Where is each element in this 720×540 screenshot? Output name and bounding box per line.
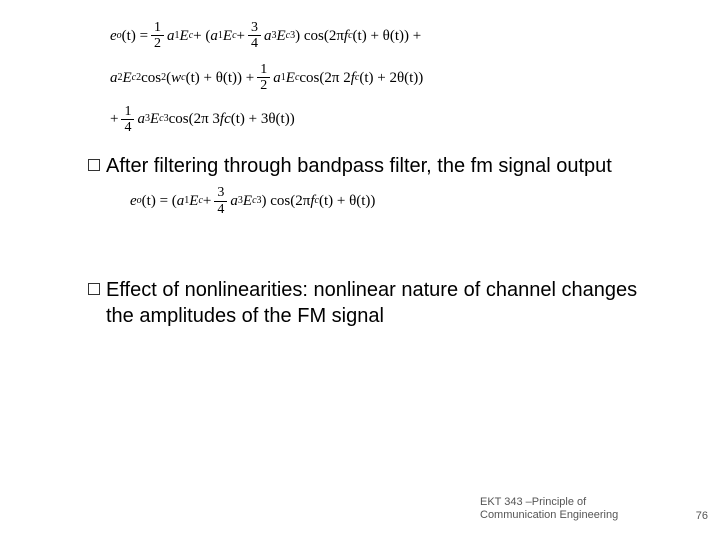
eq-symbol: e (130, 192, 137, 210)
eq-symbol: a (137, 110, 145, 128)
equation-line-3: + 14 a3 Ec3 cos(2π 3 fc (t) + 3θ(t)) (110, 104, 640, 136)
eq-symbol: E (150, 110, 159, 128)
eq-symbol: E (223, 27, 232, 45)
eq-text: (t) = (122, 27, 148, 45)
equation-line-2: a2 Ec2 cos2 ( wc (t) + θ(t)) + 12 a1 Ec … (110, 62, 640, 94)
bullet-text: After filtering through bandpass filter,… (106, 153, 612, 179)
fraction: 12 (151, 20, 164, 52)
eq-text: (t) + 2θ(t)) (359, 69, 423, 87)
bullet-item-2: Effect of nonlinearities: nonlinear natu… (88, 277, 640, 329)
eq-text: (t) = ( (142, 192, 177, 210)
eq-text: cos (141, 69, 161, 87)
eq-symbol: E (189, 192, 198, 210)
eq-text: (t) + 3θ(t)) (231, 110, 295, 128)
bullet-item-1: After filtering through bandpass filter,… (88, 153, 640, 179)
eq-text: + (203, 192, 211, 210)
bullet-icon (88, 283, 100, 295)
bullet-text: Effect of nonlinearities: nonlinear natu… (106, 277, 640, 329)
eq-symbol: w (171, 69, 181, 87)
eq-symbol: E (243, 192, 252, 210)
page-number: 76 (696, 510, 708, 522)
eq-symbol: E (123, 69, 132, 87)
eq-text: (t) + θ(t)) + (353, 27, 422, 45)
eq-symbol: E (180, 27, 189, 45)
eq-symbol: a (264, 27, 272, 45)
eq-symbol: a (210, 27, 218, 45)
eq-text: + (110, 110, 118, 128)
bullet-icon (88, 159, 100, 171)
eq-text: + (237, 27, 245, 45)
equation-line-1: eo (t) = 12 a1 Ec + ( a1 Ec + 34 a3 Ec3 … (110, 20, 640, 52)
eq-text: (t) + θ(t)) + (186, 69, 255, 87)
fraction: 34 (214, 185, 227, 217)
eq-symbol: a (167, 27, 175, 45)
eq-symbol: a (177, 192, 185, 210)
eq-symbol: E (276, 27, 285, 45)
eq-symbol: E (286, 69, 295, 87)
eq-text: + ( (193, 27, 210, 45)
eq-text: (t) + θ(t)) (319, 192, 375, 210)
eq-symbol: a (273, 69, 281, 87)
fraction: 14 (121, 104, 134, 136)
eq-text: cos(2π 2 (299, 69, 350, 87)
slide: eo (t) = 12 a1 Ec + ( a1 Ec + 34 a3 Ec3 … (0, 0, 720, 540)
fraction: 12 (257, 62, 270, 94)
eq-text: cos(2π 3 (169, 110, 220, 128)
eq-text: ) cos(2π (295, 27, 344, 45)
equation-filtered: eo (t) = ( a1 Ec + 34 a3 Ec3 ) cos(2π fc… (130, 185, 640, 217)
eq-symbol: e (110, 27, 117, 45)
equation-main: eo (t) = 12 a1 Ec + ( a1 Ec + 34 a3 Ec3 … (110, 20, 640, 135)
equation-line-filtered: eo (t) = ( a1 Ec + 34 a3 Ec3 ) cos(2π fc… (130, 185, 640, 217)
fraction: 34 (248, 20, 261, 52)
eq-text: ) cos(2π (262, 192, 311, 210)
footer-course: EKT 343 –Principle of Communication Engi… (480, 496, 660, 522)
eq-symbol: fc (220, 110, 231, 128)
eq-symbol: a (110, 69, 118, 87)
eq-symbol: a (230, 192, 238, 210)
